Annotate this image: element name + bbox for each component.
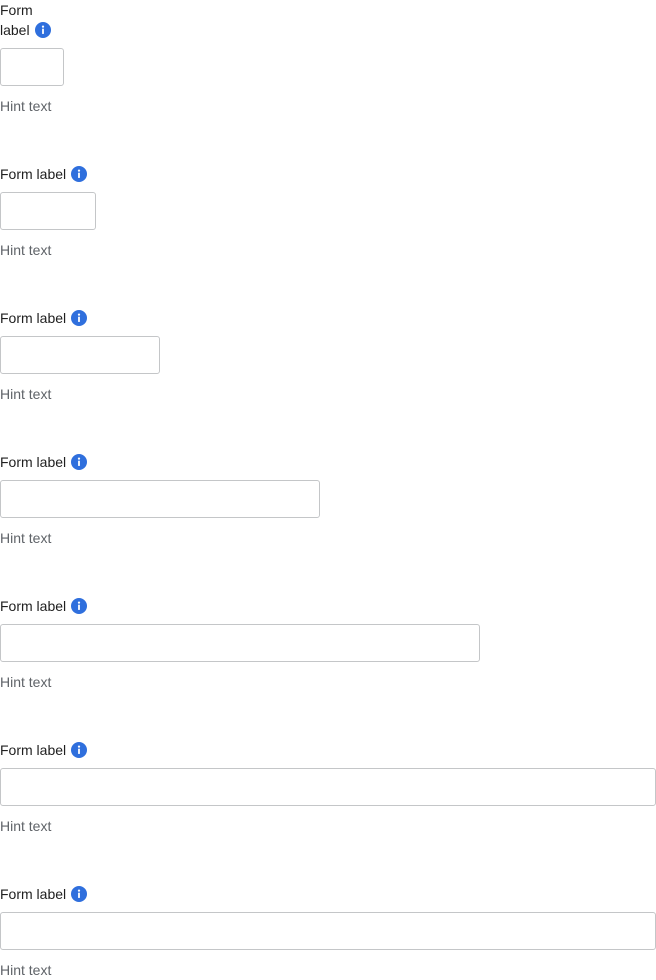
form-label-text-line1: Form	[0, 2, 33, 18]
form-label: Form label	[0, 452, 656, 472]
form-field-3: Form label Hint text	[0, 308, 656, 402]
hint-text: Hint text	[0, 386, 52, 402]
hint-text: Hint text	[0, 530, 52, 546]
form-label: Form label	[0, 164, 656, 184]
hint-text: Hint text	[0, 98, 52, 114]
text-input[interactable]	[0, 912, 656, 950]
info-icon[interactable]	[34, 22, 51, 38]
form-label-text: Form label	[0, 454, 67, 470]
info-icon[interactable]	[71, 886, 88, 902]
info-icon[interactable]	[71, 310, 88, 326]
text-input[interactable]	[0, 192, 96, 230]
form-field-4: Form label Hint text	[0, 452, 656, 546]
text-input[interactable]	[0, 480, 320, 518]
form-label-text: Form label	[0, 166, 67, 182]
form-field-1: Form label Hint text	[0, 0, 656, 114]
form-field-2: Form label Hint text	[0, 164, 656, 258]
form-label-text: Form label	[0, 886, 67, 902]
form-label: Form label	[0, 0, 56, 40]
info-icon[interactable]	[71, 454, 88, 470]
form-label-text: Form label	[0, 742, 67, 758]
form-label-text: Form label	[0, 310, 67, 326]
form-label: Form label	[0, 308, 656, 328]
text-input[interactable]	[0, 48, 64, 86]
hint-text: Hint text	[0, 242, 52, 258]
text-input[interactable]	[0, 336, 160, 374]
info-icon[interactable]	[71, 166, 88, 182]
form-label: Form label	[0, 596, 656, 616]
form-label: Form label	[0, 884, 656, 904]
info-icon[interactable]	[71, 742, 88, 758]
hint-text: Hint text	[0, 962, 52, 978]
text-input[interactable]	[0, 624, 480, 662]
form-field-6: Form label Hint text	[0, 740, 656, 834]
form-label-text-line2: label	[0, 22, 30, 38]
hint-text: Hint text	[0, 674, 52, 690]
form-field-5: Form label Hint text	[0, 596, 656, 690]
hint-text: Hint text	[0, 818, 52, 834]
form-field-7: Form label Hint text	[0, 884, 656, 978]
form-label: Form label	[0, 740, 656, 760]
form-label-text: Form label	[0, 598, 67, 614]
text-input[interactable]	[0, 768, 656, 806]
info-icon[interactable]	[71, 598, 88, 614]
